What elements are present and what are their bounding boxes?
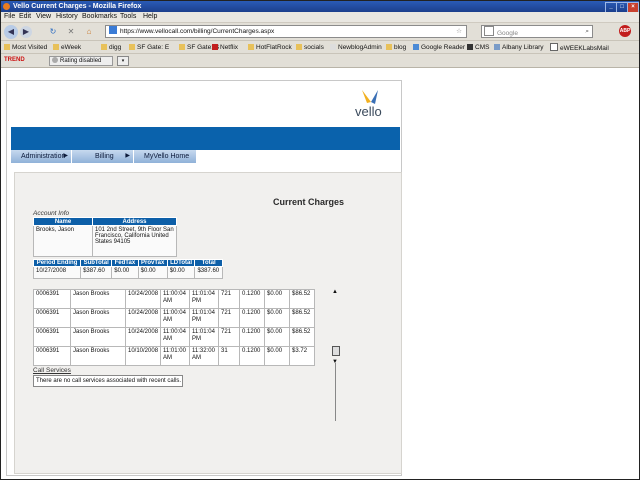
call-services-label: Call Services: [33, 367, 71, 374]
summary-row: 10/27/2008 $387.60 $0.00 $0.00 $0.00 $38…: [32, 266, 223, 279]
stop-icon[interactable]: ✕: [65, 26, 77, 38]
table-row: 0006391 Jason Brooks 10/24/2008 11:00:04 AM…: [33, 327, 315, 347]
extension-toolbar: TREND Rating disabled ▾: [1, 54, 639, 68]
search-box[interactable]: Google ⌕: [481, 25, 593, 38]
call-records-table: 0006391 Jason Brooks 10/24/2008 11:00:04 AM…: [33, 289, 315, 366]
ldtotal-header: LDTotal: [166, 259, 196, 267]
search-placeholder: Google: [497, 30, 518, 37]
rating-icon: [52, 57, 58, 63]
bookmark-hotflatrock[interactable]: HotFlatRock: [248, 43, 292, 52]
back-icon[interactable]: ◀: [4, 25, 18, 39]
folder-icon: [101, 44, 107, 50]
folder-icon: [386, 44, 392, 50]
folder-icon: [296, 44, 302, 50]
address-header: Address: [92, 217, 177, 226]
bookmark-cms[interactable]: CMS: [467, 43, 489, 52]
folder-icon: [53, 44, 59, 50]
bookmark-star-icon[interactable]: ☆: [456, 26, 462, 37]
folder-icon: [4, 44, 10, 50]
abp-icon[interactable]: ABP: [619, 25, 631, 37]
home-icon[interactable]: ⌂: [83, 26, 95, 38]
firefox-icon: [3, 3, 10, 10]
name-header: Name: [33, 217, 93, 226]
google-reader-icon: [413, 44, 419, 50]
call-services-message: There are no call services associated wi…: [33, 375, 183, 387]
account-info-label: Account Info: [33, 210, 70, 217]
library-icon: [494, 44, 500, 50]
scroll-up-icon[interactable]: ▲: [332, 289, 338, 295]
bookmark-most-visited[interactable]: Most Visited: [4, 43, 47, 52]
reload-icon[interactable]: ↻: [47, 26, 59, 38]
bookmarks-bar: Most Visited eWeek digg SF Gate: E SF Ga…: [1, 41, 639, 54]
menu-bookmarks[interactable]: Bookmarks: [82, 13, 117, 21]
charges-summary-table: Period Ending SubTotal FedTax ProvTax LD…: [32, 259, 223, 279]
subtotal-header: SubTotal: [80, 259, 113, 267]
period-ending-header: Period Ending: [32, 259, 82, 267]
menu-file[interactable]: File: [4, 13, 15, 21]
page-icon: [330, 44, 336, 50]
folder-icon: [248, 44, 254, 50]
url-bar[interactable]: https://www.vellocall.com/billing/Curren…: [105, 25, 467, 38]
menu-history[interactable]: History: [56, 13, 78, 21]
bookmark-google-reader[interactable]: Google Reader: [413, 43, 465, 52]
menu-edit[interactable]: Edit: [19, 13, 31, 21]
bookmark-newblogadmin[interactable]: NewblogAdmin: [330, 43, 382, 52]
vello-logo-text: vello: [355, 104, 382, 119]
tab-myvello-home[interactable]: MyVello Home: [134, 150, 197, 163]
account-name: Brooks, Jason: [33, 225, 93, 257]
table-row: 0006391 Jason Brooks 10/24/2008 11:00:04 AM…: [33, 308, 315, 328]
menu-tools[interactable]: Tools: [120, 13, 136, 21]
site-banner: [11, 127, 400, 150]
bookmark-eweek[interactable]: eWeek: [53, 43, 81, 52]
tab-billing[interactable]: Billing ▶: [72, 150, 134, 163]
cms-icon: [467, 44, 473, 50]
menu-help[interactable]: Help: [143, 13, 157, 21]
netflix-icon: [212, 44, 218, 50]
folder-icon: [129, 44, 135, 50]
tab-administration[interactable]: Administration ▶: [11, 150, 72, 163]
rating-indicator[interactable]: Rating disabled: [49, 56, 113, 66]
search-icon[interactable]: ⌕: [585, 26, 589, 37]
account-info-table: Name Address Brooks, Jason 101 2nd Stree…: [33, 217, 177, 257]
url-text: https://www.vellocall.com/billing/Curren…: [120, 28, 275, 35]
table-row: 0006391 Jason Brooks 10/10/2008 11:01:00 AM…: [33, 346, 315, 366]
calls-scrollbar[interactable]: ▲ ▼: [332, 289, 340, 421]
navigation-bar: ◀ ▶ ↻ ✕ ⌂ https://www.vellocall.com/bill…: [1, 23, 639, 41]
fedtax-header: FedTax: [111, 259, 139, 267]
bookmark-eweeklabsmail[interactable]: eWEEKLabsMail: [550, 43, 609, 53]
account-address: 101 2nd Street, 9th Floor San Francisco,…: [92, 225, 177, 257]
page-title: Current Charges: [273, 197, 345, 207]
menu-view[interactable]: View: [36, 13, 51, 21]
google-icon: [484, 26, 494, 36]
window-title: Vello Current Charges - Mozilla Firefox: [13, 3, 142, 10]
bookmark-socials[interactable]: socials: [296, 43, 324, 52]
bookmark-sfgate-e[interactable]: SF Gate: E: [129, 43, 169, 52]
provtax-header: ProvTax: [137, 259, 168, 267]
title-bar: Vello Current Charges - Mozilla Firefox …: [1, 1, 639, 13]
table-row: 0006391 Jason Brooks 10/24/2008 11:00:04 AM…: [33, 289, 315, 309]
total-header: Total: [194, 259, 223, 267]
arrow-right-icon: ▶: [125, 153, 130, 159]
trend-micro-logo: TREND: [4, 57, 25, 63]
arrow-right-icon: ▶: [63, 153, 68, 159]
site-identity-icon[interactable]: [109, 26, 117, 34]
scroll-thumb[interactable]: [332, 346, 340, 356]
folder-icon: [179, 44, 185, 50]
scroll-track: [335, 363, 336, 421]
gmail-icon: [550, 43, 558, 51]
bookmark-albany-library[interactable]: Albany Library: [494, 43, 544, 52]
bookmark-netflix[interactable]: Netflix: [212, 43, 238, 52]
forward-icon[interactable]: ▶: [20, 26, 32, 38]
toolbar-options-icon[interactable]: ▾: [117, 56, 129, 66]
bookmark-digg[interactable]: digg: [101, 43, 121, 52]
bookmark-blog[interactable]: blog: [386, 43, 406, 52]
menu-bar: File Edit View History Bookmarks Tools H…: [1, 12, 639, 23]
